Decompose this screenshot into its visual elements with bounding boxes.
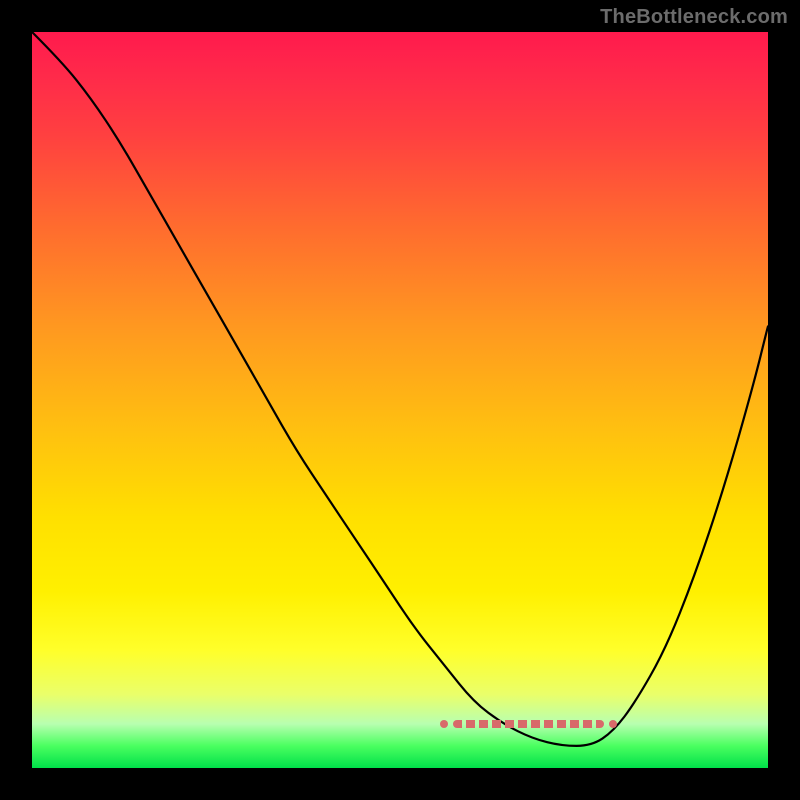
optimal-band-start-dot xyxy=(440,720,448,728)
chart-frame: TheBottleneck.com xyxy=(0,0,800,800)
optimal-band-marker xyxy=(440,720,617,729)
plot-area xyxy=(32,32,768,768)
curve-svg xyxy=(32,32,768,768)
optimal-band-dash xyxy=(453,720,604,728)
bottleneck-curve xyxy=(32,32,768,746)
watermark-text: TheBottleneck.com xyxy=(600,6,788,29)
